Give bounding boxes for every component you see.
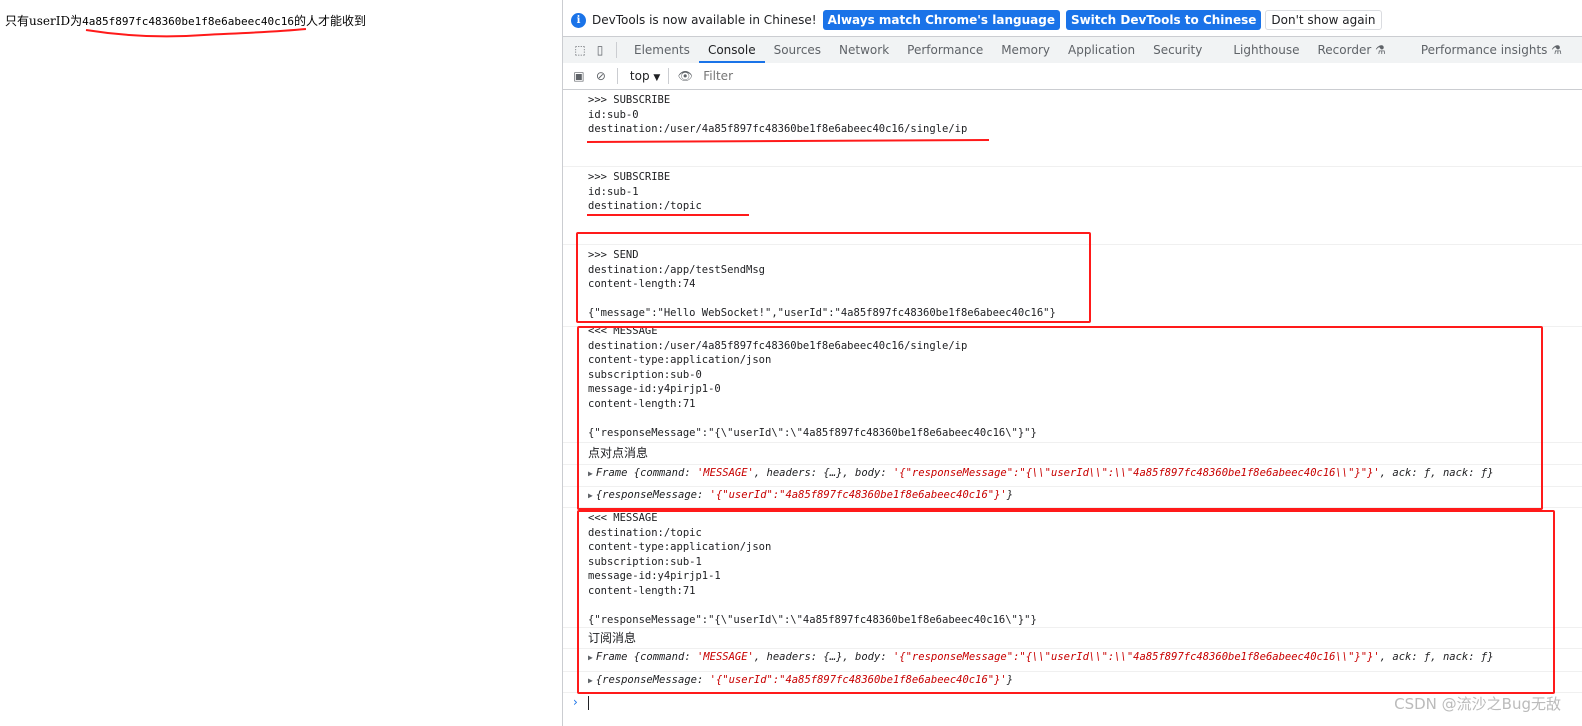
red-box-annotation	[576, 232, 1091, 323]
context-selector[interactable]: top ▼	[630, 69, 660, 83]
tab-application[interactable]: Application	[1059, 37, 1144, 63]
context-label: top	[629, 69, 650, 83]
filter-input[interactable]	[701, 65, 1582, 87]
match-language-button[interactable]: Always match Chrome's language	[822, 10, 1060, 30]
dont-show-again-button[interactable]: Don't show again	[1265, 10, 1382, 30]
red-underline-annotation	[587, 214, 749, 216]
tab-recorder[interactable]: Recorder ⚗	[1309, 37, 1412, 63]
page-text-before: 只有userID为	[5, 14, 83, 28]
tab-sources[interactable]: Sources	[765, 37, 830, 63]
infobar-message: DevTools is now available in Chinese!	[592, 13, 817, 27]
web-page: 只有userID为4a85f897fc48360be1f8e6abeec40c1…	[0, 0, 562, 726]
devtools-tabbar: ⬚ ▯ Elements Console Sources Network Per…	[563, 36, 1582, 64]
toolbar-divider	[616, 68, 618, 84]
console-message: >>> SUBSCRIBE id:sub-0 destination:/user…	[563, 90, 1582, 167]
language-infobar: i DevTools is now available in Chinese! …	[563, 6, 1582, 34]
info-icon: i	[571, 12, 586, 28]
toolbar-divider	[668, 68, 670, 84]
console-toolbar: ▣ ⊘ top ▼ 👁	[563, 63, 1582, 90]
tab-network[interactable]: Network	[830, 37, 898, 63]
tab-lighthouse[interactable]: Lighthouse	[1224, 37, 1308, 63]
tab-performance-insights[interactable]: Performance insights ⚗	[1412, 37, 1571, 63]
console-prompt-icon: ›	[573, 695, 578, 709]
red-underline-annotation	[85, 28, 307, 38]
console-output: >>> SUBSCRIBE id:sub-0 destination:/user…	[563, 90, 1582, 726]
red-box-annotation	[577, 326, 1543, 510]
red-box-annotation	[577, 510, 1555, 694]
tab-security[interactable]: Security	[1144, 37, 1224, 63]
toolbar-divider	[616, 42, 617, 58]
csdn-watermark: CSDN @流沙之Bug无敌	[1394, 695, 1561, 713]
tab-elements[interactable]: Elements	[625, 37, 699, 63]
switch-to-chinese-button[interactable]: Switch DevTools to Chinese	[1065, 10, 1262, 30]
tab-memory[interactable]: Memory	[992, 37, 1059, 63]
subscribe-frame-1: >>> SUBSCRIBE id:sub-1 destination:/topi…	[588, 171, 702, 212]
tab-console[interactable]: Console	[698, 37, 765, 63]
devtools-panel: i DevTools is now available in Chinese! …	[562, 0, 1582, 726]
eye-icon[interactable]: 👁	[677, 68, 693, 84]
chevron-down-icon: ▼	[653, 73, 661, 83]
device-toolbar-icon[interactable]: ▯	[592, 42, 608, 58]
sidebar-toggle-icon[interactable]: ▣	[571, 68, 587, 84]
inspect-element-icon[interactable]: ⬚	[572, 42, 588, 58]
console-input[interactable]	[588, 696, 589, 710]
subscribe-frame-0: >>> SUBSCRIBE id:sub-0 destination:/user…	[588, 94, 968, 135]
tab-performance[interactable]: Performance	[898, 37, 992, 63]
clear-console-icon[interactable]: ⊘	[593, 68, 609, 84]
